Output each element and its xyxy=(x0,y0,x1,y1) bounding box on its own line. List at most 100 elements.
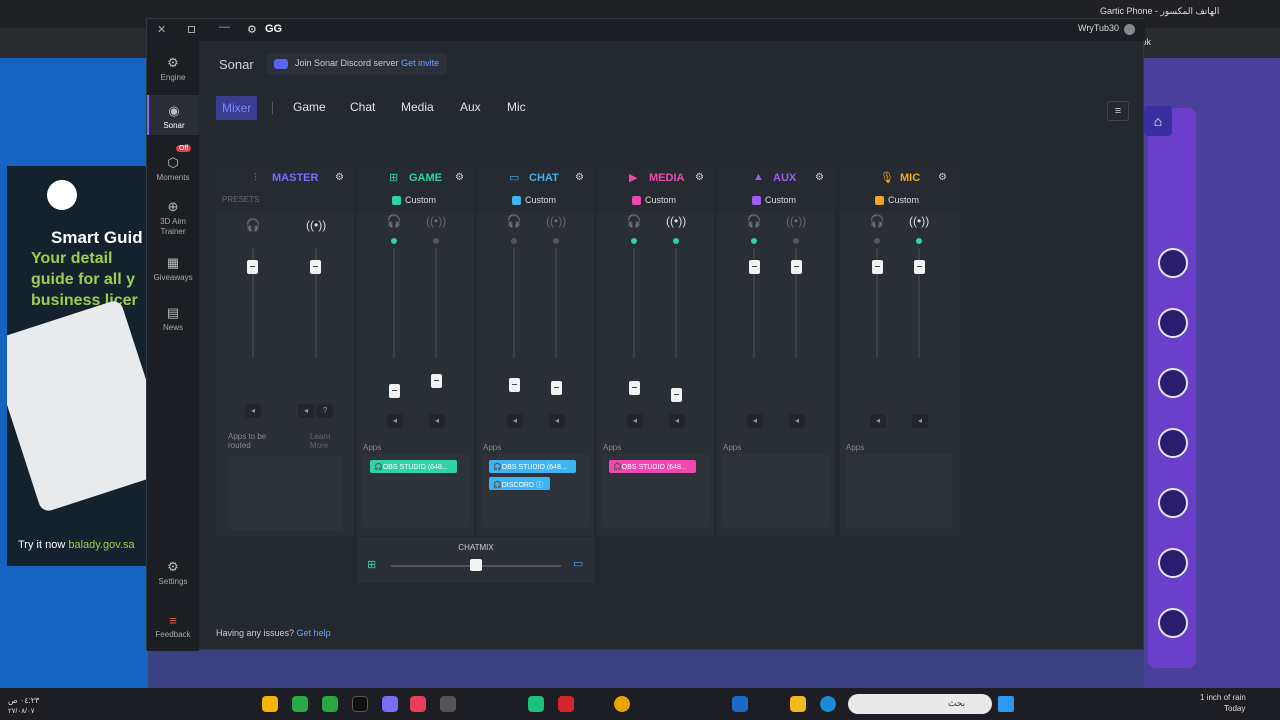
username[interactable]: WryTub30 xyxy=(1078,23,1119,33)
headphones-icon[interactable]: 🎧 xyxy=(504,214,524,228)
get-invite-link[interactable]: Get invite xyxy=(401,58,439,68)
app-chip[interactable]: 🎧OBS STUDIO (648... xyxy=(609,460,696,473)
apps-dropzone[interactable]: 🎧OBS STUDIO (648... xyxy=(363,454,469,528)
app-chip[interactable]: 🎧DISCORD ⓘ xyxy=(489,477,550,490)
edge-icon[interactable] xyxy=(820,696,836,712)
steam-icon[interactable] xyxy=(732,696,748,712)
gear-icon[interactable]: ⚙ xyxy=(938,172,947,183)
volume-slider-handle[interactable] xyxy=(791,260,802,274)
sidebar-item-news[interactable]: ▤ News xyxy=(147,305,199,332)
volume-slider-handle[interactable] xyxy=(310,260,321,274)
headphones-off-icon[interactable]: 🎧 xyxy=(867,214,887,228)
get-help-link[interactable]: Get help xyxy=(297,628,331,638)
preset-selector[interactable]: Custom xyxy=(392,195,436,205)
tab-aux[interactable]: Aux xyxy=(460,100,481,114)
mute-icon[interactable]: ◂ xyxy=(669,414,685,428)
volume-slider-handle[interactable] xyxy=(671,388,682,402)
gear-icon[interactable]: ⚙ xyxy=(695,172,704,183)
xbox-icon[interactable] xyxy=(322,696,338,712)
apps-dropzone[interactable] xyxy=(723,454,829,528)
sidebar-item-engine[interactable]: ⚙ Engine xyxy=(147,55,199,82)
preset-selector[interactable]: Custom xyxy=(632,195,676,205)
speaker-icon[interactable]: ((•)) xyxy=(666,214,686,228)
taskbar-search[interactable]: بحث xyxy=(848,694,992,714)
minimize-icon[interactable]: — xyxy=(219,21,230,33)
menu-icon[interactable]: ≡ xyxy=(1107,101,1129,121)
learn-more-link[interactable]: Learn More xyxy=(310,432,340,450)
speaker-off-icon[interactable]: ((•)) xyxy=(786,214,806,228)
ear-icon[interactable]: ? xyxy=(317,404,333,418)
speaker-icon[interactable]: ((•)) xyxy=(909,214,929,228)
discord-banner[interactable]: Join Sonar Discord server Get invite xyxy=(267,53,448,75)
gear-icon[interactable]: ⚙ xyxy=(455,172,464,183)
ad-cta[interactable]: Try it now balady.gov.sa xyxy=(18,539,135,551)
sidebar-item-feedback[interactable]: ≡ Feedback xyxy=(147,613,199,639)
home-icon[interactable]: ⌂ xyxy=(1144,106,1172,136)
browser-tab-title[interactable]: Gartic Phone - الهاتف المكسور xyxy=(1100,6,1219,17)
weather-text[interactable]: 1 inch of rain xyxy=(1200,693,1246,702)
gear-icon[interactable]: ⚙ xyxy=(575,172,584,183)
tab-mic[interactable]: Mic xyxy=(507,100,526,114)
volume-slider-handle[interactable] xyxy=(914,260,925,274)
apps-dropzone[interactable] xyxy=(228,456,342,530)
speaker-icon[interactable]: ((•)) xyxy=(306,218,326,232)
apps-dropzone[interactable]: 🎧OBS STUDIO (648... 🎧DISCORD ⓘ xyxy=(483,454,589,528)
preset-row[interactable]: Custom xyxy=(477,190,594,212)
mute-icon[interactable]: ◂ xyxy=(627,414,643,428)
speaker-off-icon[interactable]: ((•)) xyxy=(546,214,566,228)
mute-icon[interactable]: ◂ xyxy=(429,414,445,428)
windows-start-icon[interactable] xyxy=(998,696,1014,712)
mute-icon[interactable]: ◂ xyxy=(549,414,565,428)
gear-icon[interactable]: ⚙ xyxy=(335,172,344,183)
avatar[interactable] xyxy=(1124,24,1135,35)
mute-icon[interactable]: ◂ xyxy=(245,404,261,418)
mute-icon[interactable]: ◂ xyxy=(387,414,403,428)
preset-selector[interactable]: Custom xyxy=(752,195,796,205)
headphones-icon[interactable]: 🎧 xyxy=(243,218,263,232)
preset-row[interactable]: Custom xyxy=(597,190,714,212)
tab-game[interactable]: Game xyxy=(293,100,326,114)
mute-icon[interactable]: ◂ xyxy=(870,414,886,428)
preset-row[interactable]: Custom xyxy=(840,190,960,212)
tab-chat[interactable]: Chat xyxy=(350,100,375,114)
apps-dropzone[interactable] xyxy=(846,454,952,528)
headphones-icon[interactable]: 🎧 xyxy=(384,214,404,228)
sidebar-item-aim-trainer[interactable]: ⊕ 3D Aim Trainer xyxy=(147,199,199,237)
preset-selector[interactable]: Custom xyxy=(512,195,556,205)
volume-slider-handle[interactable] xyxy=(389,384,400,398)
mute-icon[interactable]: ◂ xyxy=(298,404,314,418)
gear-icon[interactable]: ⚙ xyxy=(815,172,824,183)
sidebar-item-sonar[interactable]: ◉ Sonar xyxy=(147,95,199,135)
folder-icon[interactable] xyxy=(790,696,806,712)
preset-row[interactable]: Custom xyxy=(717,190,834,212)
mute-icon[interactable]: ◂ xyxy=(789,414,805,428)
xbox-icon[interactable] xyxy=(292,696,308,712)
app-icon[interactable] xyxy=(262,696,278,712)
chatmix-slider-handle[interactable] xyxy=(470,559,482,571)
app-icon[interactable] xyxy=(528,696,544,712)
volume-slider-handle[interactable] xyxy=(247,260,258,274)
tab-mixer[interactable]: Mixer xyxy=(216,96,258,120)
preset-row[interactable]: Custom xyxy=(357,190,474,212)
volume-slider-handle[interactable] xyxy=(872,260,883,274)
close-icon[interactable]: ✕ xyxy=(157,23,166,36)
app-chip[interactable]: 🎧OBS STUDIO (648... xyxy=(489,460,576,473)
headphones-icon[interactable]: 🎧 xyxy=(624,214,644,228)
acrobat-icon[interactable] xyxy=(558,696,574,712)
maximize-icon[interactable] xyxy=(188,26,195,33)
speaker-off-icon[interactable]: ((•)) xyxy=(426,214,446,228)
mute-icon[interactable]: ◂ xyxy=(507,414,523,428)
mute-icon[interactable]: ◂ xyxy=(747,414,763,428)
ad-banner[interactable]: Smart Guid Your detail guide for all y b… xyxy=(7,166,148,566)
volume-slider-handle[interactable] xyxy=(629,381,640,395)
sidebar-item-settings[interactable]: ⚙ Settings xyxy=(147,559,199,586)
chrome-icon[interactable] xyxy=(614,696,630,712)
volume-slider-handle[interactable] xyxy=(431,374,442,388)
discord-icon[interactable] xyxy=(382,696,398,712)
steelseries-icon[interactable] xyxy=(440,696,456,712)
preset-selector[interactable]: Custom xyxy=(875,195,919,205)
obs-icon[interactable] xyxy=(410,696,426,712)
volume-slider-handle[interactable] xyxy=(749,260,760,274)
sidebar-item-moments[interactable]: ⬡ Moments xyxy=(147,155,199,182)
apps-dropzone[interactable]: 🎧OBS STUDIO (648... xyxy=(603,454,709,528)
